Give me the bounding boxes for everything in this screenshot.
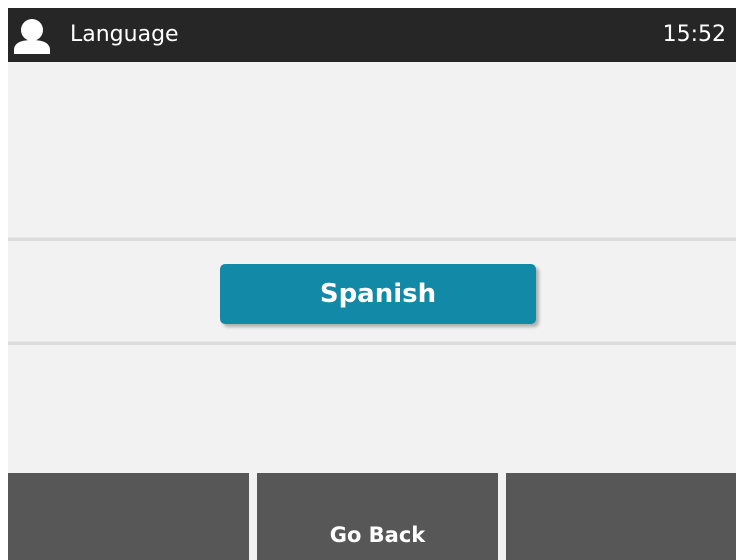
phone-screen: Language 15:52 Spanish Go Back	[8, 8, 736, 560]
divider-bottom	[8, 341, 736, 345]
softkey-bar: Go Back	[8, 473, 736, 560]
softkey-1[interactable]	[8, 473, 249, 560]
language-option-button[interactable]: Spanish	[220, 264, 536, 324]
status-bar: Language 15:52	[8, 8, 736, 62]
user-icon	[13, 18, 51, 54]
softkey-3[interactable]	[506, 473, 736, 560]
divider-top	[8, 237, 736, 241]
page-title: Language	[70, 22, 179, 47]
go-back-button[interactable]: Go Back	[257, 473, 498, 560]
clock-time: 15:52	[662, 22, 726, 47]
